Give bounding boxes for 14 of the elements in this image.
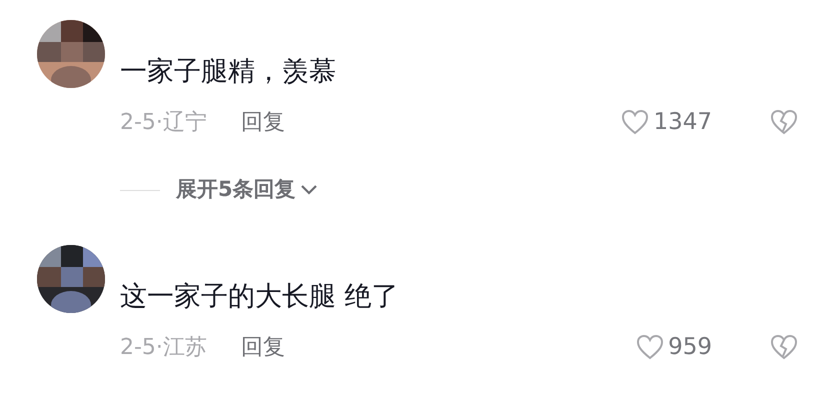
broken-heart-icon[interactable] <box>770 109 798 135</box>
like-count: 1347 <box>653 108 712 137</box>
heart-icon[interactable] <box>621 109 650 135</box>
reply-button[interactable]: 回复 <box>240 330 285 364</box>
broken-heart-icon[interactable] <box>770 334 798 360</box>
like-count: 959 <box>668 332 712 362</box>
date-location: 2-5·辽宁 <box>120 108 207 136</box>
heart-icon[interactable] <box>636 334 664 360</box>
chevron-down-icon <box>298 183 319 197</box>
expand-replies-button[interactable]: 展开5条回复 <box>176 174 319 206</box>
reply-button[interactable]: 回复 <box>240 106 285 138</box>
comment-text: 这一家子的大长腿 绝了 <box>120 280 400 314</box>
date-location: 2-5·江苏 <box>120 334 207 362</box>
comment-text: 一家子腿精，羡慕 <box>120 55 337 89</box>
